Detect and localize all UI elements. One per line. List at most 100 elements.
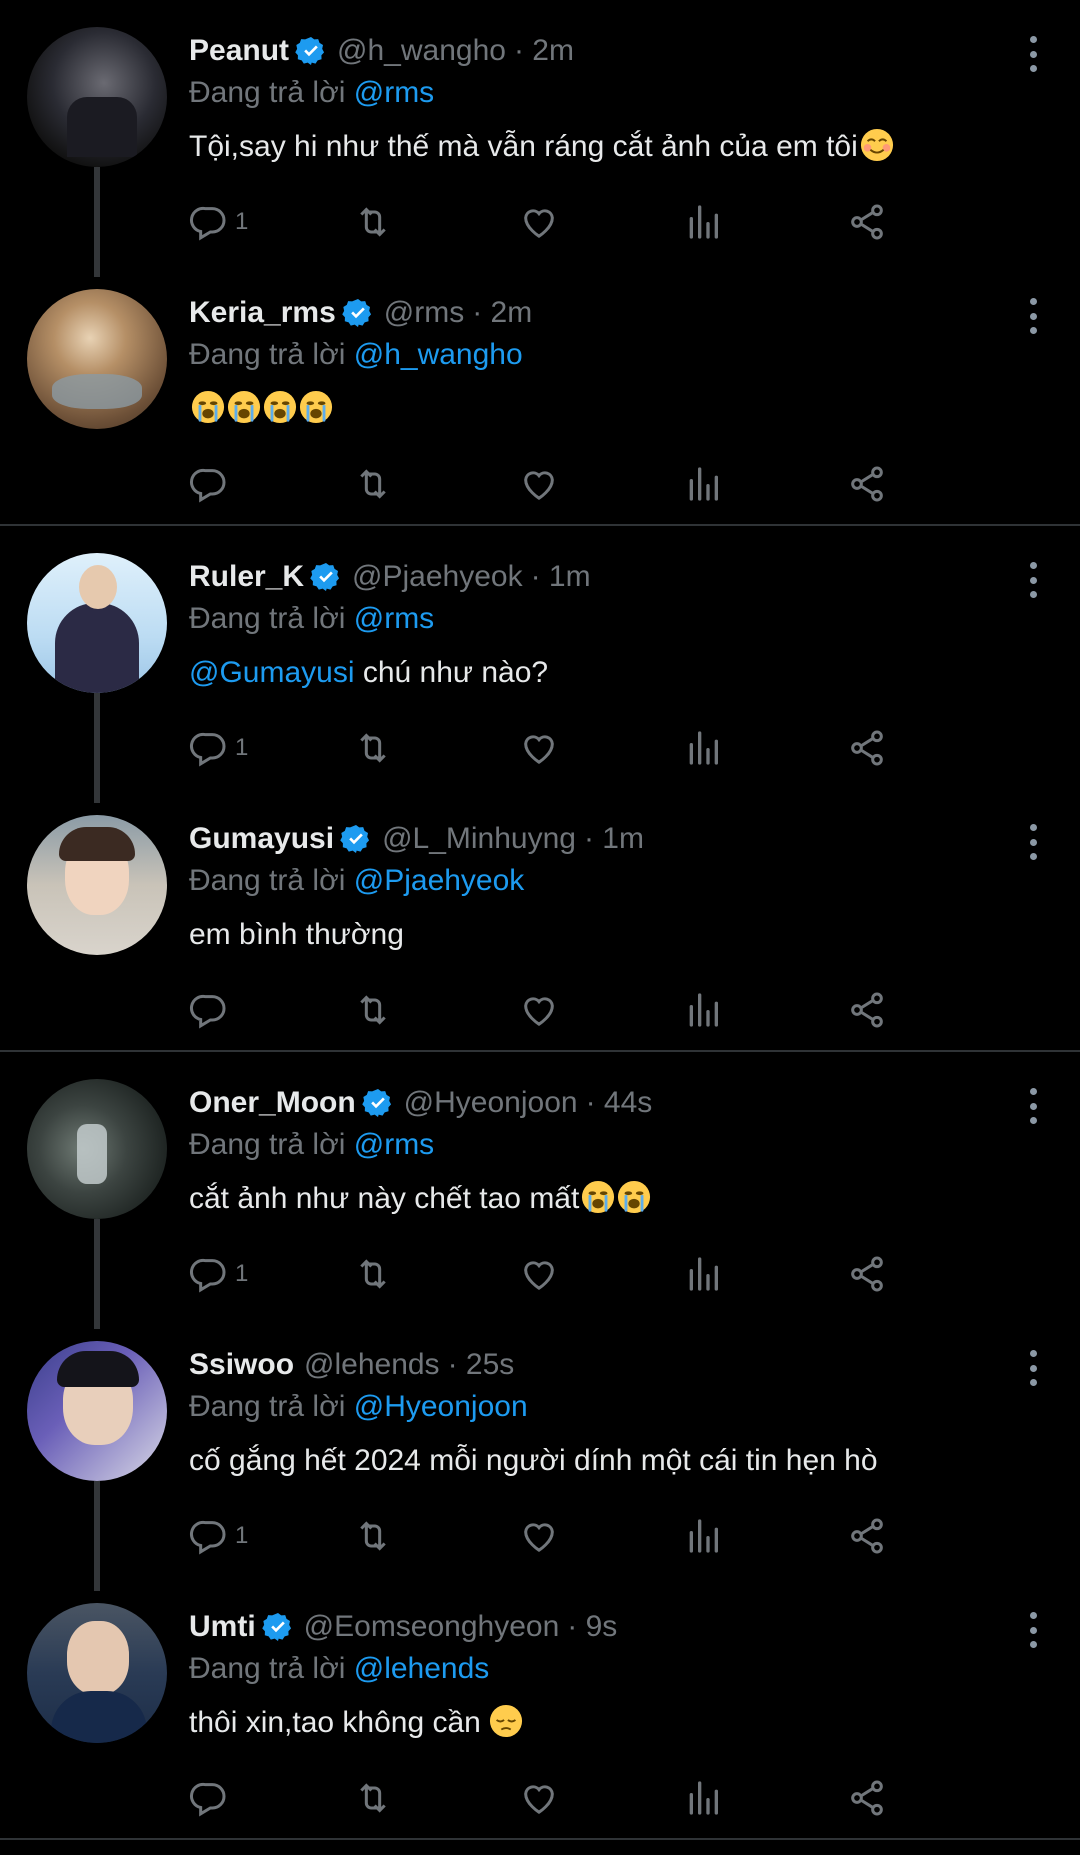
views-button[interactable]: [683, 462, 723, 506]
user-handle[interactable]: @Hyeonjoon: [404, 1082, 578, 1124]
more-options-icon[interactable]: [1026, 1088, 1040, 1124]
avatar[interactable]: [27, 1603, 167, 1743]
user-handle[interactable]: @Pjaehyeok: [352, 556, 523, 598]
share-button[interactable]: [847, 1252, 887, 1296]
tweet-oner[interactable]: Oner_Moon @Hyeonjoon · 44s Đang trả lời …: [0, 1052, 1080, 1329]
avatar[interactable]: [27, 553, 167, 693]
share-button[interactable]: [847, 988, 887, 1032]
timestamp[interactable]: · 1m: [584, 818, 644, 860]
timestamp[interactable]: · 1m: [531, 556, 591, 598]
like-icon: [519, 202, 559, 242]
tweet-umti[interactable]: Umti @Eomseonghyeon · 9s Đang trả lời @l…: [0, 1576, 1080, 1838]
display-name[interactable]: Ssiwoo: [189, 1344, 294, 1386]
display-name[interactable]: Gumayusi: [189, 818, 334, 860]
tweet-ssiwoo[interactable]: Ssiwoo @lehends · 25s Đang trả lời @Hyeo…: [0, 1314, 1080, 1591]
views-button[interactable]: [683, 1252, 723, 1296]
retweet-button[interactable]: [353, 988, 393, 1032]
share-button[interactable]: [847, 1514, 887, 1558]
user-handle[interactable]: @Eomseonghyeon: [304, 1606, 560, 1648]
avatar[interactable]: [27, 1341, 167, 1481]
reply-count: 1: [235, 1260, 249, 1287]
timestamp[interactable]: · 2m: [472, 292, 532, 334]
like-button[interactable]: [519, 200, 559, 244]
user-handle[interactable]: @lehends: [304, 1344, 440, 1386]
reply-button[interactable]: [189, 988, 229, 1032]
mention-link[interactable]: @Gumayusi: [189, 656, 355, 689]
like-button[interactable]: [519, 1252, 559, 1296]
tweet-text: [189, 388, 1060, 430]
like-button[interactable]: [519, 988, 559, 1032]
timestamp[interactable]: · 2m: [514, 30, 574, 72]
retweet-button[interactable]: [353, 1776, 393, 1820]
avatar[interactable]: [27, 815, 167, 955]
user-handle[interactable]: @L_Minhuyng: [382, 818, 576, 860]
user-handle[interactable]: @rms: [384, 292, 464, 334]
more-options-icon[interactable]: [1026, 562, 1040, 598]
like-button[interactable]: [519, 1776, 559, 1820]
views-button[interactable]: [683, 988, 723, 1032]
replying-to: Đang trả lời @Hyeonjoon: [189, 1386, 1060, 1428]
timestamp[interactable]: · 25s: [448, 1344, 515, 1386]
share-button[interactable]: [847, 462, 887, 506]
avatar[interactable]: [27, 1079, 167, 1219]
reply-button[interactable]: [189, 1776, 229, 1820]
user-handle[interactable]: @h_wangho: [337, 30, 506, 72]
more-options-icon[interactable]: [1026, 298, 1040, 334]
retweet-button[interactable]: [353, 1252, 393, 1296]
display-name[interactable]: Peanut: [189, 30, 289, 72]
tweet-gumayusi[interactable]: Gumayusi @L_Minhuyng · 1m Đang trả lời @…: [0, 788, 1080, 1050]
more-options-icon[interactable]: [1026, 1350, 1040, 1386]
like-button[interactable]: [519, 726, 559, 770]
retweet-button[interactable]: [353, 462, 393, 506]
tweet-peanut[interactable]: Peanut @h_wangho · 2m Đang trả lời @rms …: [0, 0, 1080, 277]
share-icon: [847, 202, 887, 242]
timestamp[interactable]: · 9s: [567, 1606, 617, 1648]
replying-to-label: Đang trả lời: [189, 1652, 354, 1685]
tweet-text-body: thôi xin,tao không cần: [189, 1706, 481, 1739]
replying-to-label: Đang trả lời: [189, 338, 354, 371]
reply-button[interactable]: 1: [189, 1252, 248, 1296]
retweet-button[interactable]: [353, 200, 393, 244]
reply-button[interactable]: [189, 462, 229, 506]
display-name[interactable]: Oner_Moon: [189, 1082, 356, 1124]
more-options-icon[interactable]: [1026, 824, 1040, 860]
mention-link[interactable]: @rms: [354, 602, 434, 635]
like-button[interactable]: [519, 462, 559, 506]
views-button[interactable]: [683, 726, 723, 770]
more-options-icon[interactable]: [1026, 36, 1040, 72]
verified-badge-icon: [310, 561, 342, 593]
tweet-actions: 1: [189, 1514, 1019, 1558]
share-button[interactable]: [847, 200, 887, 244]
share-button[interactable]: [847, 726, 887, 770]
retweet-button[interactable]: [353, 1514, 393, 1558]
reply-button[interactable]: 1: [189, 726, 248, 770]
like-button[interactable]: [519, 1514, 559, 1558]
reply-button[interactable]: 1: [189, 200, 248, 244]
tweet-ruler[interactable]: Ruler_K @Pjaehyeok · 1m Đang trả lời @rm…: [0, 526, 1080, 803]
display-name[interactable]: Keria_rms: [189, 292, 336, 334]
views-button[interactable]: [683, 200, 723, 244]
mention-link[interactable]: @Pjaehyeok: [354, 864, 525, 897]
tweet-keria[interactable]: Keria_rms @rms · 2m Đang trả lời @h_wang…: [0, 262, 1080, 524]
views-icon: [683, 728, 723, 768]
views-button[interactable]: [683, 1776, 723, 1820]
more-options-icon[interactable]: [1026, 1612, 1040, 1648]
reply-button[interactable]: 1: [189, 1514, 248, 1558]
replying-to-label: Đang trả lời: [189, 1390, 354, 1423]
retweet-button[interactable]: [353, 726, 393, 770]
display-name[interactable]: Umti: [189, 1606, 256, 1648]
tweet-text-body: cắt ảnh như này chết tao mất: [189, 1182, 580, 1215]
display-name[interactable]: Ruler_K: [189, 556, 304, 598]
views-button[interactable]: [683, 1514, 723, 1558]
views-icon: [683, 1778, 723, 1818]
mention-link[interactable]: @Hyeonjoon: [354, 1390, 528, 1423]
mention-link[interactable]: @h_wangho: [354, 338, 523, 371]
mention-link[interactable]: @lehends: [354, 1652, 490, 1685]
timestamp[interactable]: · 44s: [586, 1082, 653, 1124]
mention-link[interactable]: @rms: [354, 1128, 434, 1161]
mention-link[interactable]: @rms: [354, 76, 434, 109]
like-icon: [519, 728, 559, 768]
avatar[interactable]: [27, 289, 167, 429]
avatar[interactable]: [27, 27, 167, 167]
share-button[interactable]: [847, 1776, 887, 1820]
